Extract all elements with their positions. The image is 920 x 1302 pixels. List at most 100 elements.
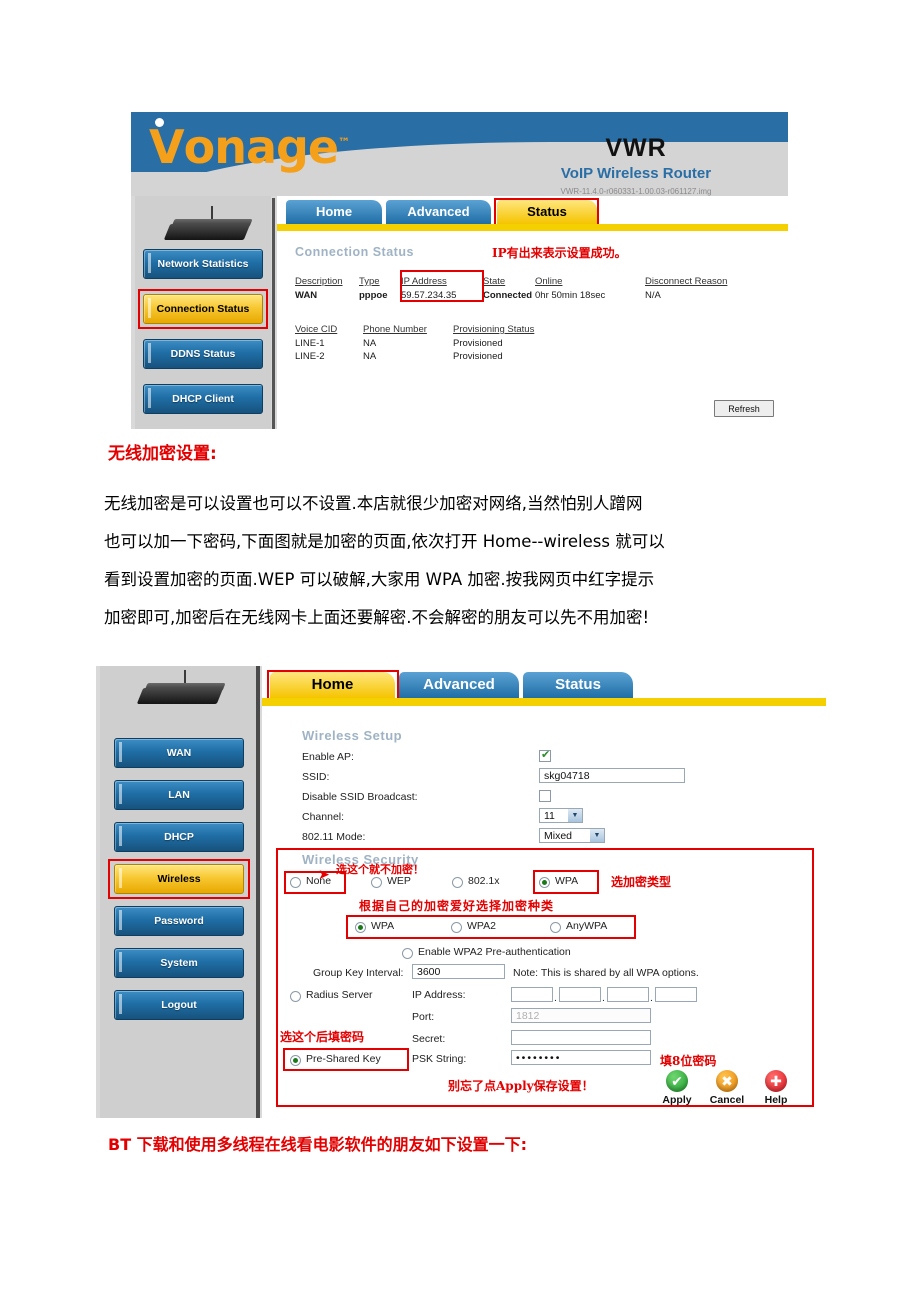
ip-dot-3: .: [650, 992, 653, 1004]
ip-dot-1: .: [554, 992, 557, 1004]
cell-voice-cid: LINE-2: [295, 351, 325, 362]
wireless-tab-row: Home Advanced Status: [262, 670, 826, 702]
annotation-password-hint: 填8位密码: [660, 1054, 717, 1068]
wireless-setup-title: Wireless Setup: [302, 728, 403, 743]
status-sidebar: Network Statistics Connection Status DDN…: [135, 196, 271, 429]
input-group-key-interval[interactable]: 3600: [412, 964, 505, 979]
x-circle-icon: ✖: [716, 1070, 738, 1092]
checkbox-disable-ssid-broadcast[interactable]: [539, 790, 551, 802]
apply-button[interactable]: ✔ Apply: [654, 1070, 700, 1106]
checkbox-enable-ap[interactable]: [539, 748, 551, 762]
highlight-box-connection-status: [138, 289, 268, 329]
tab-status[interactable]: Status: [523, 672, 633, 698]
status-banner: Vonage™ VWR VoIP Wireless Router VWR-11.…: [131, 112, 788, 212]
select-channel-value: 11: [544, 809, 555, 822]
firmware-version: VWR-11.4.0-r060331-1.00.03-r061127.img: [560, 187, 712, 196]
sidebar-item-dhcp[interactable]: DHCP: [114, 822, 244, 852]
table-header-row: Voice CID Phone Number Provisioning Stat…: [295, 324, 534, 335]
input-psk-string[interactable]: ••••••••: [511, 1050, 651, 1065]
cell-phone-number: NA: [363, 338, 377, 349]
cell-state: Connected: [483, 290, 533, 301]
chevron-down-icon: ▼: [568, 809, 582, 822]
cell-voice-cid: LINE-1: [295, 338, 325, 349]
sidebar-item-label: Logout: [161, 999, 197, 1011]
document-page: Vonage™ VWR VoIP Wireless Router VWR-11.…: [0, 0, 920, 1302]
sidebar-item-wan[interactable]: WAN: [114, 738, 244, 768]
help-label: Help: [764, 1094, 788, 1106]
input-ssid[interactable]: skg04718: [539, 768, 685, 783]
input-ip-octet-1[interactable]: [511, 987, 553, 1002]
sidebar-divider: [256, 666, 260, 1118]
product-title-group: VWR VoIP Wireless Router: [526, 134, 746, 182]
radio-radius-server[interactable]: [290, 991, 301, 1002]
input-ip-octet-2[interactable]: [559, 987, 601, 1002]
annotation-type-hint: 选加密类型: [611, 875, 672, 889]
help-button[interactable]: ✚ Help: [754, 1070, 798, 1106]
sidebar-item-label: WAN: [166, 747, 192, 759]
label-psk-string: PSK String:: [412, 1053, 467, 1065]
paragraph-line-4: 加密即可,加密后在无线网卡上面还要解密.不会解密的朋友可以先不用加密!: [104, 608, 650, 627]
column-header-disconnect-reason: Disconnect Reason: [645, 276, 728, 287]
refresh-button[interactable]: Refresh: [714, 400, 774, 417]
paragraph-line-1: 无线加密是可以设置也可以不设置.本店就很少加密对网络,当然怕别人蹭网: [104, 494, 643, 513]
sidebar-item-label: DDNS Status: [170, 348, 236, 360]
page-title: Connection Status: [295, 245, 414, 259]
tab-advanced[interactable]: Advanced: [386, 200, 491, 224]
input-secret[interactable]: [511, 1030, 651, 1045]
sidebar-item-ddns-status[interactable]: DDNS Status: [143, 339, 263, 369]
annotation-ip-success: IP有出来表示设置成功。: [492, 246, 627, 260]
sidebar-item-system[interactable]: System: [114, 948, 244, 978]
sidebar-item-network-statistics[interactable]: Network Statistics: [143, 249, 263, 279]
radio-security-wep[interactable]: [371, 877, 382, 888]
section-heading: 无线加密设置:: [108, 444, 217, 464]
table-row: LINE-1 NA Provisioned: [295, 335, 534, 349]
vonage-logo: Vonage™: [149, 118, 350, 174]
column-header-phone-number: Phone Number: [363, 324, 427, 335]
sidebar-item-password[interactable]: Password: [114, 906, 244, 936]
status-tab-row: Home Advanced Status: [277, 198, 788, 228]
wireless-main-panel: Home Advanced Status Wireless Setup Enab…: [262, 666, 826, 1118]
column-header-online: Online: [535, 276, 563, 287]
select-mode-value: Mixed: [544, 829, 573, 842]
tab-advanced[interactable]: Advanced: [399, 672, 519, 698]
cell-type: pppoe: [359, 290, 388, 301]
cell-online: 0hr 50min 18sec: [535, 290, 606, 301]
cell-disconnect-reason: N/A: [645, 290, 661, 301]
sidebar-item-label: DHCP: [164, 831, 194, 843]
voice-status-table: Voice CID Phone Number Provisioning Stat…: [295, 324, 534, 362]
connection-status-pane: Connection Status IP有出来表示设置成功。 Descripti…: [277, 231, 788, 429]
sidebar-item-lan[interactable]: LAN: [114, 780, 244, 810]
product-subtitle: VoIP Wireless Router: [560, 165, 712, 182]
select-802-11-mode[interactable]: Mixed ▼: [539, 828, 605, 843]
input-ip-octet-3[interactable]: [607, 987, 649, 1002]
product-model: VWR: [605, 134, 667, 162]
annotation-psk-hint: 选这个后填密码: [280, 1030, 365, 1044]
label-802-11-mode: 802.11 Mode:: [302, 831, 366, 843]
annotation-apply-hint: 别忘了点Apply保存设置！: [448, 1079, 594, 1093]
router-wireless-screenshot: WAN LAN DHCP Wireless Password System Lo…: [96, 666, 826, 1118]
cancel-label: Cancel: [709, 1094, 745, 1106]
router-device-image: [134, 670, 226, 710]
input-ip-octet-4[interactable]: [655, 987, 697, 1002]
label-security-8021x: 802.1x: [468, 875, 500, 887]
label-port: Port:: [412, 1011, 435, 1023]
paragraph-line-3: 看到设置加密的页面.WEP 可以破解,大家用 WPA 加密.按我网页中红字提示: [104, 570, 655, 589]
label-secret: Secret:: [412, 1033, 446, 1045]
highlight-box-ip-address: [400, 270, 484, 302]
annotation-kind-hint: 根据自己的加密爱好选择加密种类: [359, 899, 555, 913]
note-group-key: Note: This is shared by all WPA options.: [513, 967, 699, 979]
input-port[interactable]: 1812: [511, 1008, 651, 1023]
cancel-button[interactable]: ✖ Cancel: [702, 1070, 752, 1106]
annotation-none-hint: 选这个就不加密！: [336, 863, 424, 876]
sidebar-item-label: System: [160, 957, 198, 969]
tab-home[interactable]: Home: [286, 200, 382, 224]
select-channel[interactable]: 11 ▼: [539, 808, 583, 823]
plus-circle-icon: ✚: [765, 1070, 787, 1092]
sidebar-item-dhcp-client[interactable]: DHCP Client: [143, 384, 263, 414]
column-header-provisioning-status: Provisioning Status: [453, 324, 535, 335]
radio-security-8021x[interactable]: [452, 877, 463, 888]
sidebar-item-label: Password: [154, 915, 204, 927]
sidebar-item-logout[interactable]: Logout: [114, 990, 244, 1020]
router-device-image: [161, 206, 253, 246]
radio-wpa2-preauth[interactable]: [402, 948, 413, 959]
